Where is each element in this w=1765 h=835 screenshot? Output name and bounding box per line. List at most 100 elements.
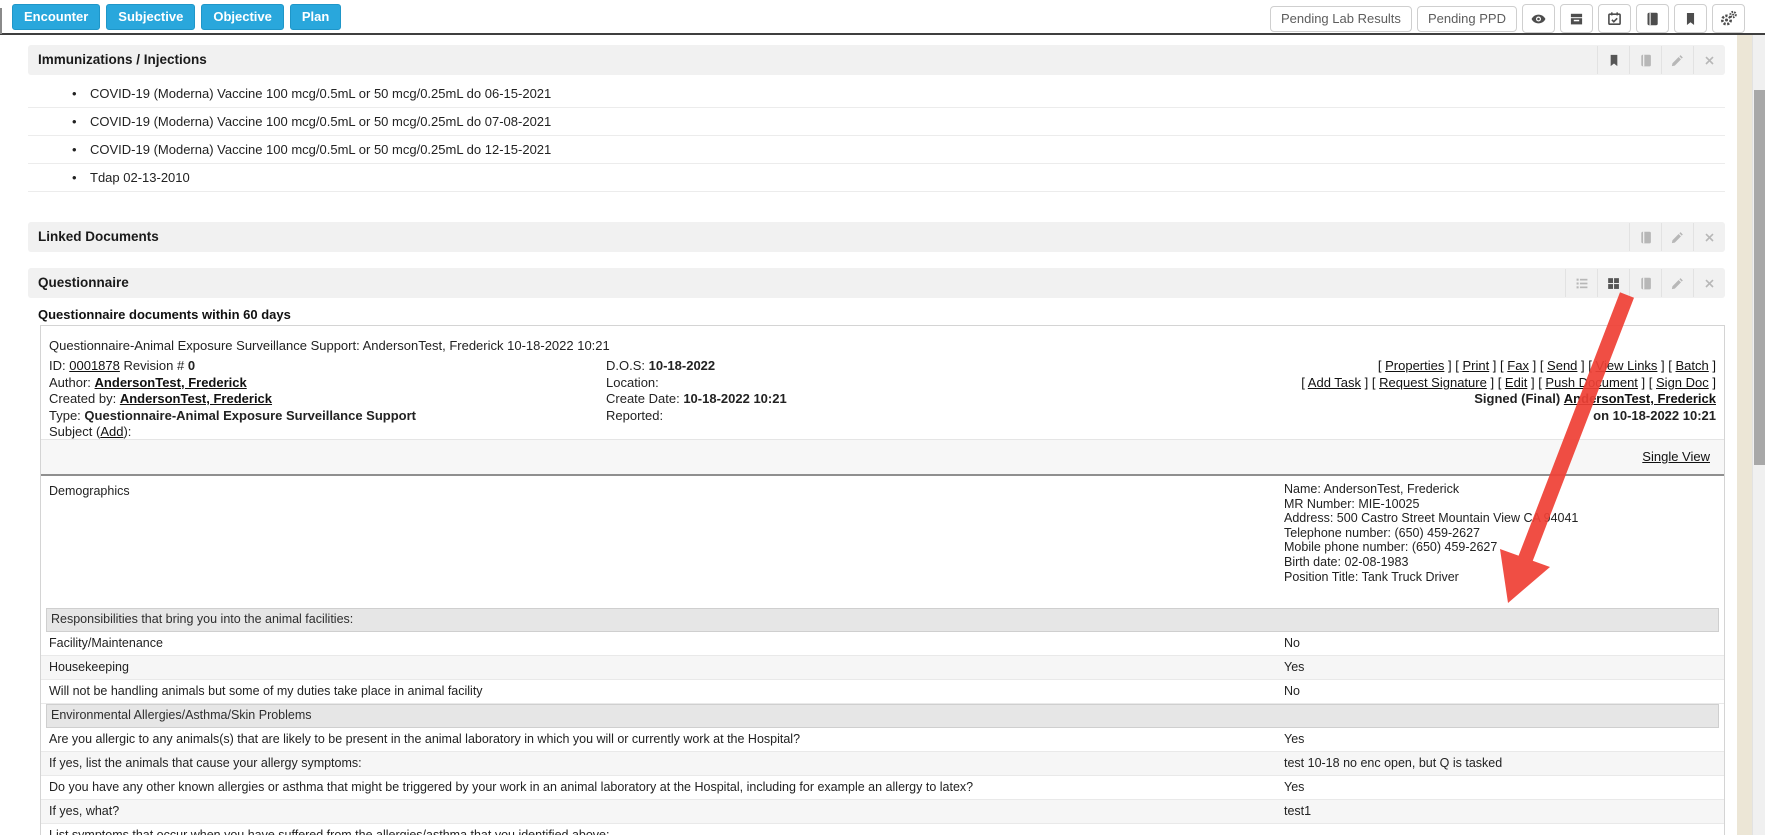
answer-text: Yes: [1284, 728, 1304, 751]
demographic-line: Mobile phone number: (650) 459-2627: [1284, 540, 1578, 555]
demographic-line: Position Title: Tank Truck Driver: [1284, 570, 1578, 585]
objective-button[interactable]: Objective: [201, 4, 284, 30]
pencil-icon[interactable]: [1661, 223, 1693, 251]
questionnaire-subtitle: Questionnaire documents within 60 days: [38, 307, 291, 322]
dos-label: D.O.S:: [606, 358, 645, 373]
sign-doc-link[interactable]: Sign Doc: [1656, 375, 1709, 390]
section-linked-documents: Linked Documents: [28, 222, 1725, 252]
question-text: Housekeeping: [49, 660, 129, 674]
table-row: Will not be handling animals but some of…: [41, 680, 1724, 704]
section-icon-group: [1565, 269, 1725, 297]
question-text: Are you allergic to any animals(s) that …: [49, 732, 800, 746]
location-label: Location:: [606, 375, 659, 390]
table-section-header: Responsibilities that bring you into the…: [46, 608, 1719, 632]
pending-lab-results-button[interactable]: Pending Lab Results: [1270, 6, 1412, 32]
print-link[interactable]: Print: [1462, 358, 1489, 373]
document-title: Questionnaire-Animal Exposure Surveillan…: [49, 338, 610, 353]
archive-icon[interactable]: [1560, 4, 1593, 33]
add-task-link[interactable]: Add Task: [1308, 375, 1361, 390]
encounter-button[interactable]: Encounter: [12, 4, 100, 30]
subjective-button[interactable]: Subjective: [106, 4, 195, 30]
author-link[interactable]: AndersonTest, Frederick: [95, 375, 247, 390]
calendar-check-icon[interactable]: [1598, 4, 1631, 33]
book-icon[interactable]: [1636, 4, 1669, 33]
book-icon[interactable]: [1629, 46, 1661, 74]
document-info-left: ID: 0001878 Revision # 0 Author: Anderso…: [49, 358, 416, 441]
document-action-row-1: Properties Print Fax Send View Links Bat…: [1301, 358, 1716, 375]
question-text: Will not be handling animals but some of…: [49, 684, 483, 698]
list-view-icon[interactable]: [1565, 269, 1597, 297]
section-immunizations: Immunizations / Injections: [28, 45, 1725, 75]
demographics-values: Name: AndersonTest, Frederick MR Number:…: [1284, 482, 1578, 584]
panel-divider: [0, 8, 2, 34]
answer-text: test 10-18 no enc open, but Q is tasked: [1284, 752, 1502, 775]
signed-label: Signed (Final): [1474, 391, 1560, 406]
request-signature-link[interactable]: Request Signature: [1379, 375, 1487, 390]
reported-label: Reported:: [606, 408, 663, 423]
eye-icon[interactable]: [1522, 4, 1555, 33]
chart-page: Immunizations / Injections: [0, 35, 1765, 835]
id-label: ID:: [49, 358, 66, 373]
type-label: Type:: [49, 408, 81, 423]
batch-link[interactable]: Batch: [1676, 358, 1709, 373]
single-view-link[interactable]: Single View: [1642, 440, 1710, 474]
table-row: Facility/Maintenance No: [41, 632, 1724, 656]
push-document-link[interactable]: Push Document: [1545, 375, 1638, 390]
create-date-label: Create Date:: [606, 391, 680, 406]
grid-view-icon[interactable]: [1597, 269, 1629, 297]
section-title: Questionnaire: [38, 268, 129, 298]
table-row-demographics: Demographics Name: AndersonTest, Frederi…: [41, 478, 1724, 608]
view-links-link[interactable]: View Links: [1596, 358, 1658, 373]
gears-icon[interactable]: [1712, 4, 1745, 33]
subject-add-link[interactable]: Add: [100, 424, 123, 439]
pending-ppd-button[interactable]: Pending PPD: [1417, 6, 1517, 32]
section-icon-group: [1597, 46, 1725, 74]
plan-button[interactable]: Plan: [290, 4, 341, 30]
chart-nav-buttons: Encounter Subjective Objective Plan: [12, 4, 341, 30]
question-text: Do you have any other known allergies or…: [49, 780, 973, 794]
properties-link[interactable]: Properties: [1385, 358, 1444, 373]
document-info-middle: D.O.S: 10-18-2022 Location: Create Date:…: [606, 358, 787, 424]
close-icon[interactable]: [1693, 223, 1725, 251]
app-window: Encounter Subjective Objective Plan Pend…: [0, 0, 1765, 835]
scrollbar[interactable]: [1752, 35, 1765, 835]
signed-date-line: on 10-18-2022 10:21: [1301, 408, 1716, 425]
document-id-link[interactable]: 0001878: [69, 358, 120, 373]
book-icon[interactable]: [1629, 269, 1661, 297]
demographic-line: Telephone number: (650) 459-2627: [1284, 526, 1578, 541]
document-actions: Properties Print Fax Send View Links Bat…: [1301, 358, 1716, 424]
pencil-icon[interactable]: [1661, 269, 1693, 297]
revision-label: Revision #: [124, 358, 185, 373]
questionnaire-table: Demographics Name: AndersonTest, Frederi…: [41, 478, 1724, 835]
answer-text: No: [1284, 632, 1300, 655]
question-text: Facility/Maintenance: [49, 636, 163, 650]
signed-by-link[interactable]: AndersonTest, Frederick: [1564, 391, 1716, 406]
answer-text: Yes: [1284, 656, 1304, 679]
document-action-row-2: Add Task Request Signature Edit Push Doc…: [1301, 375, 1716, 392]
toolbar-right-group: Pending Lab Results Pending PPD: [1270, 4, 1745, 33]
table-section-header: Environmental Allergies/Asthma/Skin Prob…: [46, 704, 1719, 728]
subject-suffix: ):: [123, 424, 131, 439]
scrollbar-thumb[interactable]: [1754, 90, 1765, 465]
bookmark-icon[interactable]: [1597, 46, 1629, 74]
bookmark-icon[interactable]: [1674, 4, 1707, 33]
fax-link[interactable]: Fax: [1507, 358, 1529, 373]
edit-link[interactable]: Edit: [1505, 375, 1527, 390]
question-text: List symptoms that occur when you have s…: [49, 828, 610, 835]
pencil-icon[interactable]: [1661, 46, 1693, 74]
section-questionnaire: Questionnaire: [28, 268, 1725, 298]
book-icon[interactable]: [1629, 223, 1661, 251]
table-row: List symptoms that occur when you have s…: [41, 824, 1724, 835]
close-icon[interactable]: [1693, 269, 1725, 297]
create-date-value: 10-18-2022 10:21: [683, 391, 786, 406]
list-item: COVID-19 (Moderna) Vaccine 100 mcg/0.5mL…: [28, 80, 1725, 108]
close-icon[interactable]: [1693, 46, 1725, 74]
type-value: Questionnaire-Animal Exposure Surveillan…: [84, 408, 416, 423]
send-link[interactable]: Send: [1547, 358, 1577, 373]
created-by-link[interactable]: AndersonTest, Frederick: [120, 391, 272, 406]
revision-value: 0: [188, 358, 195, 373]
created-by-label: Created by:: [49, 391, 116, 406]
table-row: Are you allergic to any animals(s) that …: [41, 728, 1724, 752]
list-item: COVID-19 (Moderna) Vaccine 100 mcg/0.5mL…: [28, 108, 1725, 136]
demographics-label: Demographics: [49, 484, 130, 498]
